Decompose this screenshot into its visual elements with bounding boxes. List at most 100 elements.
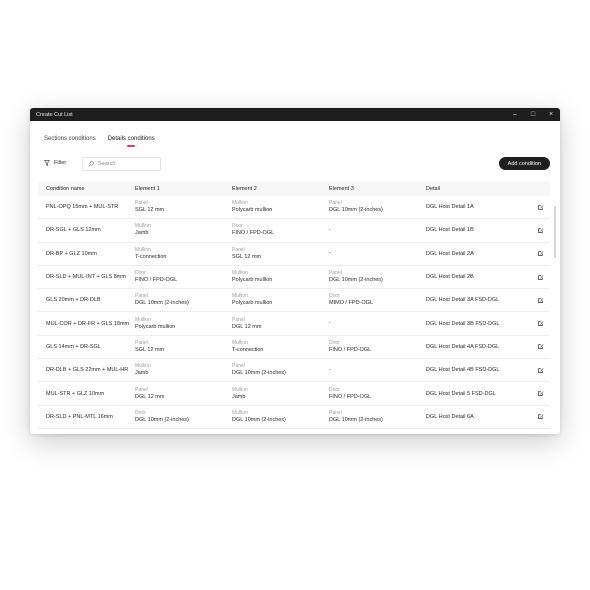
edit-icon[interactable]: [537, 204, 544, 211]
element-type: Panel: [135, 293, 148, 300]
window-controls: – □ ×: [506, 108, 560, 121]
header-element-1[interactable]: Element 1: [135, 186, 232, 192]
element-value: DGL 10mm (2-inches): [135, 300, 189, 307]
filter-icon: [44, 160, 50, 166]
edit-icon[interactable]: [537, 297, 544, 304]
header-detail[interactable]: Detail: [426, 186, 550, 192]
table-row[interactable]: GLS 20mm + DR-DLB Panel DGL 10mm (2-inches…: [38, 289, 550, 313]
window-title: Create Cut List: [36, 111, 73, 118]
element-2-cell: Mullion Jamb: [232, 387, 329, 401]
table-row[interactable]: PNL-OPQ 15mm + MUL-STR Panel SGL 12 mm Mull…: [38, 196, 550, 220]
element-2-cell: Mullion Polycarb mullion: [232, 270, 329, 284]
vertical-scrollbar[interactable]: [554, 206, 556, 258]
element-2-cell: Door FINO / FPD-OGL: [232, 223, 329, 237]
condition-name-cell: GLS 20mm + DR-DLB: [46, 297, 101, 304]
element-type: Door: [329, 339, 340, 346]
header-element-3[interactable]: Element 3: [329, 186, 426, 192]
condition-name-cell: MUL-COR + DR-FR + GLS 18mm: [46, 320, 130, 327]
table-row[interactable]: DR-BP + GLZ 10mm Mullion T-connection Panel…: [38, 243, 550, 266]
element-type: Mullion: [232, 409, 248, 416]
element-2-cell: Panel DGL 12 mm: [232, 317, 329, 331]
detail-cell: DGL Host Detail 1A: [426, 204, 550, 211]
search-placeholder: Search: [98, 161, 116, 167]
element-type: Door: [135, 409, 146, 416]
tab-bar: Sections conditions Details conditions: [44, 136, 155, 147]
detail-cell: DGL Host Detail 5 FSD-DGL: [426, 390, 550, 397]
element-value: -: [329, 226, 331, 233]
detail-name: DGL Host Detail 2A: [426, 250, 474, 257]
header-detail-label: Detail: [426, 185, 441, 192]
element-value: Jamb: [135, 230, 149, 237]
element-value: DGL 10mm (2-inches): [329, 277, 383, 284]
element-type: Panel: [135, 200, 148, 207]
element-type: Mullion: [135, 316, 151, 323]
table-row[interactable]: DR-SLD + PNL-MTL 16mm Door DGL 10mm (2-inc…: [38, 406, 550, 429]
tab-details-conditions[interactable]: Details conditions: [108, 136, 155, 147]
detail-cell: DGL Host Detail 6A: [426, 413, 550, 420]
close-button[interactable]: ×: [542, 108, 560, 121]
header-condition-name[interactable]: Condition name: [38, 186, 135, 192]
table-header: Condition name Element 1 Element 2 Eleme…: [38, 181, 550, 196]
detail-cell: DGL Host Detail 4B FSD-DGL: [426, 367, 550, 374]
element-value: SGL 12 mm: [232, 253, 262, 260]
element-value: SGL 12 mm: [135, 346, 165, 353]
element-value: T-connection: [232, 346, 264, 353]
element-value: FINO / FPD-OGL: [135, 277, 178, 284]
element-3-cell: -: [329, 227, 426, 234]
element-3-cell: -: [329, 250, 426, 257]
edit-icon[interactable]: [537, 320, 544, 327]
element-1-cell: Mullion T-connection: [135, 247, 232, 261]
tab-sections-conditions[interactable]: Sections conditions: [44, 136, 96, 147]
element-type: Mullion: [232, 386, 248, 393]
edit-icon[interactable]: [537, 227, 544, 234]
minimize-button[interactable]: –: [506, 108, 524, 121]
table-row[interactable]: MUL-STR + GLZ 10mm Panel DGL 12 mm Mullion J…: [38, 382, 550, 406]
condition-name-cell: DR-BP + GLZ 10mm: [46, 250, 97, 257]
edit-icon[interactable]: [537, 250, 544, 257]
element-3-cell: Panel DGL 10mm (2-inches): [329, 200, 426, 214]
element-value: FINO / FPD-OGL: [329, 393, 372, 400]
condition-name-cell: DR-SLD + PNL-MTL 16mm: [46, 413, 113, 420]
element-2-cell: Mullion Polycarb mullion: [232, 293, 329, 307]
table-row[interactable]: DR-SGL + GLS 12mm Mullion Jamb Door FINO / F…: [38, 219, 550, 243]
toolbar: Filter Search Add condition: [44, 157, 550, 171]
element-value: Polycarb mullion: [135, 323, 176, 330]
element-value: MIMO / FPD-OGL: [329, 300, 373, 307]
element-3-cell: Door MIMO / FPD-OGL: [329, 293, 426, 307]
element-1-cell: Mullion Jamb: [135, 223, 232, 237]
element-type: Mullion: [232, 200, 248, 207]
detail-cell: DGL Host Detail 2A: [426, 250, 550, 257]
add-condition-button[interactable]: Add condition: [498, 157, 550, 170]
element-value: Polycarb mullion: [232, 277, 273, 284]
edit-icon[interactable]: [537, 274, 544, 281]
filter-button[interactable]: Filter: [44, 160, 66, 166]
detail-name: DGL Host Detail 1B: [426, 227, 474, 234]
search-icon: [88, 161, 94, 167]
element-type: Mullion: [232, 339, 248, 346]
element-2-cell: Mullion DGL 10mm (2-inches): [232, 410, 329, 424]
element-value: Polycarb mullion: [232, 207, 273, 214]
detail-name: DGL Host Detail 4B FSD-DGL: [426, 367, 500, 374]
edit-icon[interactable]: [537, 413, 544, 420]
maximize-button[interactable]: □: [524, 108, 542, 121]
edit-icon[interactable]: [537, 343, 544, 350]
table-row[interactable]: GLS 14mm + DR-SGL Panel SGL 12 mm Mullion T-…: [38, 336, 550, 360]
table-body: PNL-OPQ 15mm + MUL-STR Panel SGL 12 mm Mull…: [38, 196, 550, 429]
table-row[interactable]: DR-DLB + GLS 22mm + MUL-HR Mullion Jamb Pan…: [38, 359, 550, 383]
table-row[interactable]: DR-SLD + MUL-INT + GLS 8mm Door FINO / FPD…: [38, 266, 550, 290]
element-value: T-connection: [135, 253, 167, 260]
element-3-cell: Panel DGL 10mm (2-inches): [329, 410, 426, 424]
element-1-cell: Mullion Jamb: [135, 363, 232, 377]
element-type: Panel: [135, 339, 148, 346]
element-value: DGL 10mm (2-inches): [329, 207, 383, 214]
detail-name: DGL Host Detail 4A FSD-DGL: [426, 343, 500, 350]
search-input[interactable]: Search: [82, 157, 161, 171]
edit-icon[interactable]: [537, 367, 544, 374]
element-type: Panel: [232, 246, 245, 253]
element-type: Panel: [135, 386, 148, 393]
element-value: SGL 12 mm: [135, 207, 165, 214]
table-row[interactable]: MUL-COR + DR-FR + GLS 18mm Mullion Polycar…: [38, 312, 550, 336]
edit-icon[interactable]: [537, 390, 544, 397]
filter-label: Filter: [54, 160, 67, 166]
header-element-2[interactable]: Element 2: [232, 186, 329, 192]
